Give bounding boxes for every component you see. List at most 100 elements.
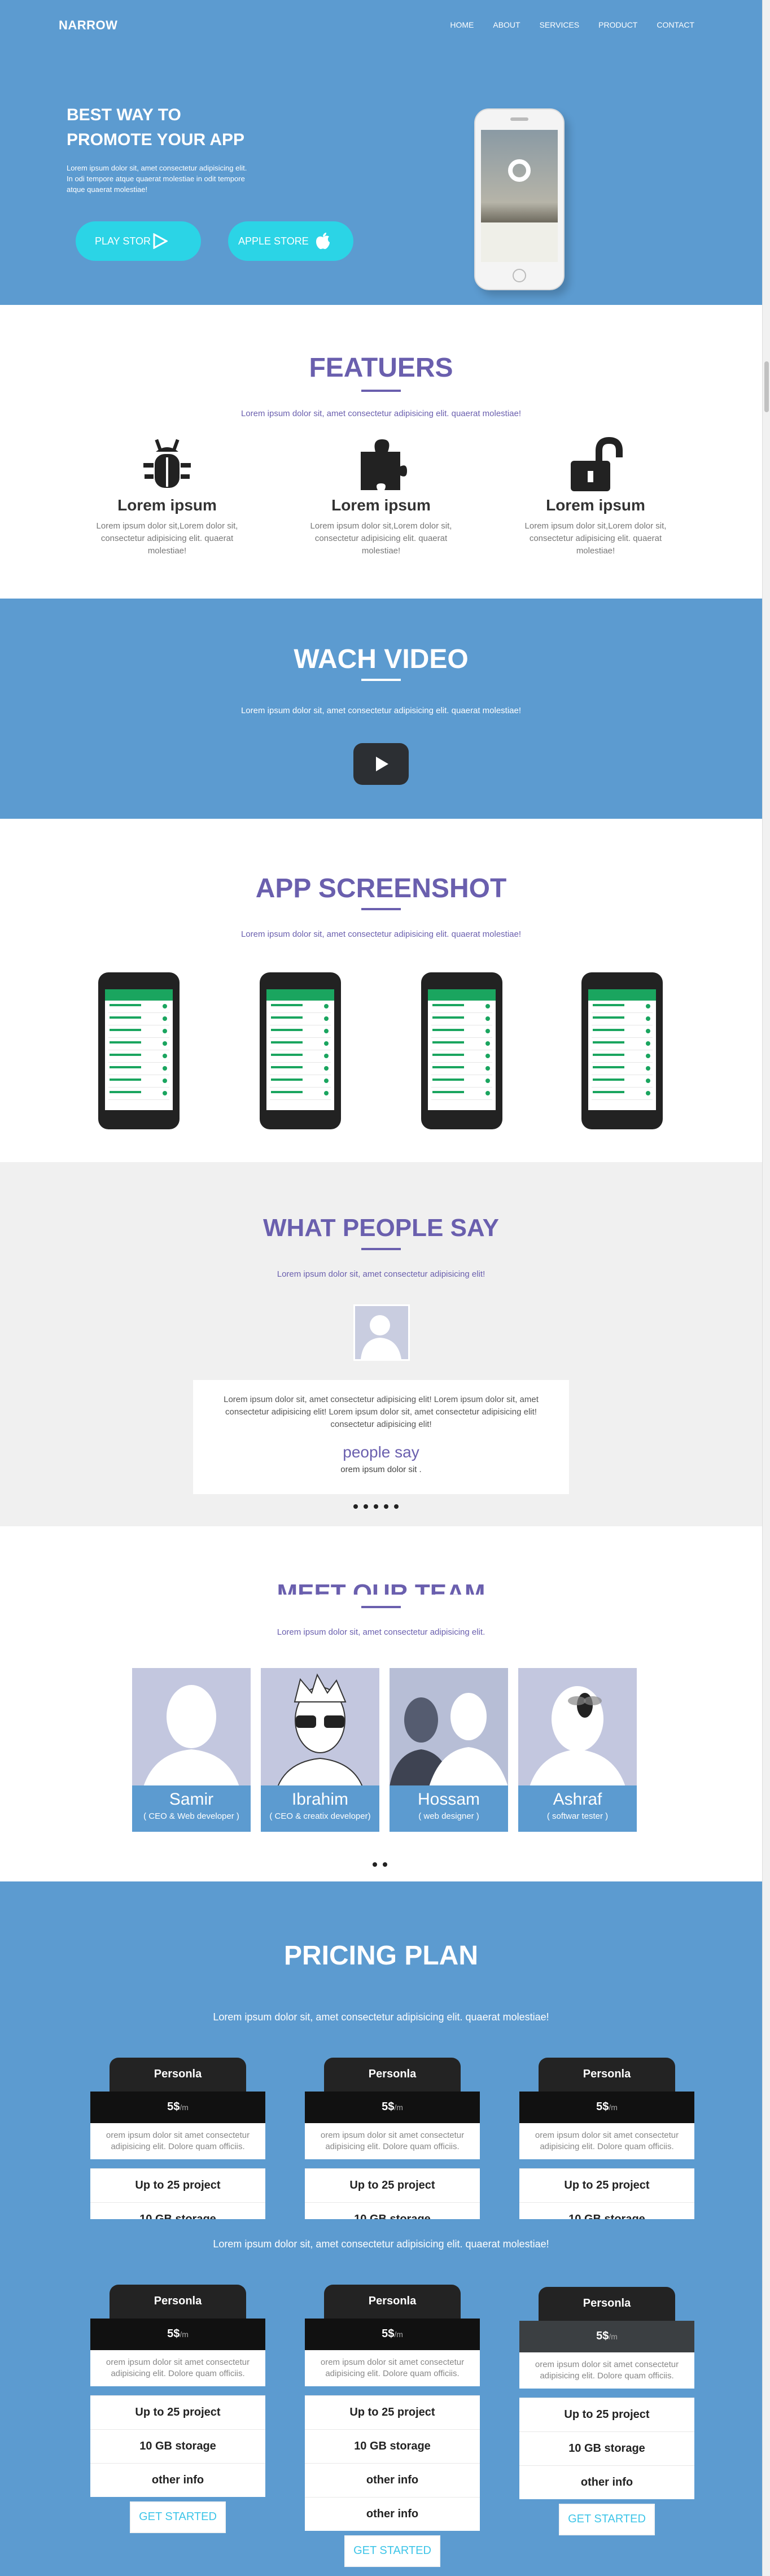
- hero-title-line1: BEST WAY TO: [67, 106, 181, 124]
- get-started-button[interactable]: GET STARTED: [344, 2535, 440, 2567]
- plan-feature-projects: Up to 25 project: [519, 2398, 694, 2431]
- get-started-button[interactable]: GET STARTED: [559, 2504, 655, 2535]
- play-store-button[interactable]: PLAY STOR: [76, 221, 201, 261]
- hero-text: Lorem ipsum dolor sit, amet consectetur …: [67, 164, 247, 194]
- member-name: Ibrahim: [291, 1790, 349, 1809]
- team-subtitle: Lorem ipsum dolor sit, amet consectetur …: [277, 1627, 485, 1637]
- phone-speaker: [510, 117, 528, 121]
- pricing-title: PRICING PLAN: [283, 1941, 478, 1971]
- nav-product[interactable]: PRODUCT: [598, 20, 637, 29]
- plan-feature-other: other info: [90, 2463, 265, 2497]
- member-caption: Samir ( CEO & Web developer ): [132, 1785, 251, 1832]
- team-member-hossam[interactable]: Hossam ( web designer ): [390, 1668, 508, 1832]
- plan-feature-projects: Up to 25 project: [305, 2395, 480, 2429]
- member-role: ( softwar tester ): [546, 1811, 609, 1821]
- plan-feature-storage: 10 GB storage: [305, 2202, 480, 2219]
- feature-card-3: Lorem ipsum Lorem ipsum dolor sit,Lorem …: [517, 435, 675, 557]
- apple-store-label: APPLE STORE: [238, 235, 309, 247]
- main-nav: HOME ABOUT SERVICES PRODUCT CONTACT: [431, 20, 694, 29]
- carousel-dot-1[interactable]: [353, 1504, 358, 1509]
- video-title-underline: [361, 679, 401, 681]
- pricing-card: Personla 5$/m orem ipsum dolor sit amet …: [305, 2285, 480, 2567]
- pricing-card: Personla 5$/m orem ipsum dolor sit amet …: [90, 2058, 265, 2219]
- carousel-dot-3[interactable]: [374, 1504, 378, 1509]
- nav-contact[interactable]: CONTACT: [657, 20, 694, 29]
- pricing-section: PRICING PLAN Lorem ipsum dolor sit, amet…: [0, 1881, 762, 2576]
- plan-name: Personla: [539, 2058, 675, 2092]
- pricing-card: Personla 5$/m orem ipsum dolor sit amet …: [305, 2058, 480, 2219]
- nav-home[interactable]: HOME: [450, 20, 474, 29]
- plan-feature-storage: 10 GB storage: [305, 2429, 480, 2463]
- hero-title: BEST WAY TO PROMOTE YOUR APP: [67, 103, 292, 152]
- scroll-thumb[interactable]: [764, 361, 769, 412]
- features-title: FEATUERS: [309, 353, 453, 383]
- nav-about[interactable]: ABOUT: [493, 20, 520, 29]
- carousel-dot-5[interactable]: [394, 1504, 399, 1509]
- plan-name: Personla: [539, 2287, 675, 2321]
- team-carousel-dots: [373, 1862, 387, 1867]
- plan-name: Personla: [324, 2058, 461, 2092]
- plan-price: 5$/m: [305, 2092, 480, 2123]
- pricing-card: Personla 5$/m orem ipsum dolor sit amet …: [519, 2058, 694, 2219]
- plan-feature-projects: Up to 25 project: [90, 2168, 265, 2202]
- pricing-card: Personla 5$/m orem ipsum dolor sit amet …: [519, 2287, 694, 2535]
- features-title-underline: [361, 390, 401, 392]
- testimonial-quote: Lorem ipsum dolor sit, amet consectetur …: [224, 1395, 539, 1429]
- bug-icon: [143, 439, 191, 488]
- brand-logo[interactable]: NARROW: [59, 18, 117, 33]
- apple-store-button[interactable]: APPLE STORE: [228, 221, 353, 261]
- nav-services[interactable]: SERVICES: [540, 20, 580, 29]
- play-icon: [376, 757, 388, 771]
- user-silhouette-icon: [143, 1685, 239, 1787]
- plan-price: 5$/m: [305, 2319, 480, 2350]
- phone-screen-image: [481, 130, 558, 262]
- get-started-button[interactable]: GET STARTED: [130, 2501, 226, 2533]
- app-screenshot-1[interactable]: [98, 972, 180, 1129]
- carousel-dot-2[interactable]: [383, 1862, 387, 1867]
- team-member-samir[interactable]: Samir ( CEO & Web developer ): [132, 1668, 251, 1832]
- team-member-ibrahim[interactable]: Ibrahim ( CEO & creatix developer): [261, 1668, 379, 1832]
- testimonials-subtitle: Lorem ipsum dolor sit, amet consectetur …: [277, 1269, 485, 1279]
- plan-feature-other: other info: [305, 2463, 480, 2497]
- plan-feature-storage: 10 GB storage: [90, 2202, 265, 2219]
- page-scrollbar[interactable]: [762, 0, 770, 2576]
- member-role: ( CEO & creatix developer): [269, 1811, 371, 1821]
- app-screenshot-3[interactable]: [421, 972, 502, 1129]
- plan-description: orem ipsum dolor sit amet consectetur ad…: [519, 2123, 694, 2159]
- carousel-dot-4[interactable]: [384, 1504, 388, 1509]
- play-store-label: PLAY STOR: [95, 235, 151, 247]
- member-role: ( CEO & Web developer ): [143, 1811, 239, 1821]
- plan-feature-other: other info: [519, 2465, 694, 2499]
- hero-phone-mockup: [474, 108, 565, 290]
- play-video-button[interactable]: [353, 743, 409, 785]
- hero-title-line2: PROMOTE YOUR APP: [67, 130, 245, 149]
- screenshots-subtitle: Lorem ipsum dolor sit, amet consectetur …: [240, 929, 522, 939]
- fly-avatar-icon: [530, 1686, 625, 1787]
- testimonials-title: WHAT PEOPLE SAY: [262, 1214, 500, 1242]
- plan-description: orem ipsum dolor sit amet consectetur ad…: [305, 2123, 480, 2159]
- plan-name: Personla: [110, 2058, 246, 2092]
- feature-heading-2: Lorem ipsum: [331, 496, 431, 514]
- plan-feature-projects: Up to 25 project: [305, 2168, 480, 2202]
- testimonials-section: WHAT PEOPLE SAY Lorem ipsum dolor sit, a…: [0, 1162, 762, 1526]
- feature-heading-3: Lorem ipsum: [546, 496, 645, 514]
- pricing-subtitle-2: Lorem ipsum dolor sit, amet consectetur …: [213, 2238, 549, 2250]
- puzzle-icon: [361, 439, 407, 490]
- testimonials-title-underline: [361, 1248, 401, 1250]
- feature-card-2: Lorem ipsum Lorem ipsum dolor sit,Lorem …: [302, 435, 460, 557]
- feature-heading-1: Lorem ipsum: [117, 496, 217, 514]
- carousel-dot-1[interactable]: [373, 1862, 377, 1867]
- video-title: WACH VIDEO: [294, 644, 469, 674]
- feature-text-3: Lorem ipsum dolor sit,Lorem dolor sit, c…: [524, 521, 667, 556]
- feature-text-2: Lorem ipsum dolor sit,Lorem dolor sit, c…: [310, 521, 452, 556]
- carousel-dot-2[interactable]: [364, 1504, 368, 1509]
- ring-icon: [508, 159, 531, 182]
- app-screenshot-2[interactable]: [260, 972, 341, 1129]
- team-member-ashraf[interactable]: Ashraf ( softwar tester ): [518, 1668, 637, 1832]
- plan-description: orem ipsum dolor sit amet consectetur ad…: [305, 2350, 480, 2386]
- app-screenshot-4[interactable]: [581, 972, 663, 1129]
- screenshots-title-underline: [361, 908, 401, 910]
- plan-feature-other: other info: [305, 2497, 480, 2531]
- plan-price: 5$/m: [519, 2321, 694, 2352]
- unlock-icon: [571, 436, 623, 491]
